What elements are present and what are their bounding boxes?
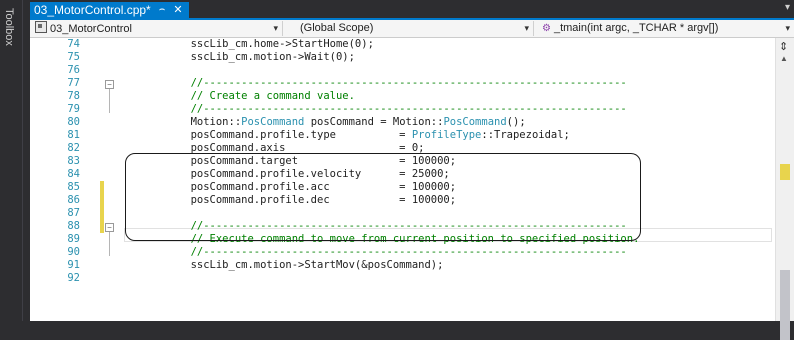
project-name: 03_MotorControl [50, 23, 132, 35]
highlight-annotation [125, 153, 641, 241]
line-number: 82 [67, 142, 80, 154]
project-dropdown[interactable]: 03_MotorControl ▾ [32, 21, 283, 36]
pin-icon[interactable]: ⌢ [159, 2, 166, 18]
code-line: Motion::PosCommand posCommand = Motion::… [140, 116, 526, 128]
line-number: 88 [67, 220, 80, 232]
code-comment-line: //--------------------------------------… [140, 77, 627, 89]
code-comment-line: // Create a command value. [140, 90, 355, 102]
line-number: 78 [67, 90, 80, 102]
line-number: 83 [67, 155, 80, 167]
line-number: 89 [67, 233, 80, 245]
document-tab-strip: 03_MotorControl.cpp* ⌢ ✕ ▾ [30, 0, 794, 20]
code-line: posCommand.profile.type = ProfileType::T… [140, 129, 570, 141]
line-number: 84 [67, 168, 80, 180]
line-number: 76 [67, 64, 80, 76]
line-number: 86 [67, 194, 80, 206]
line-number: 87 [67, 207, 80, 219]
function-icon: ⚙ [542, 23, 551, 34]
change-marker [100, 207, 104, 220]
change-marker [780, 164, 790, 180]
line-number: 92 [67, 272, 80, 284]
line-number-gutter: 74 75 76 77 78 79 80 81 82 83 84 85 86 8… [30, 38, 124, 321]
tab-title: 03_MotorControl.cpp* [34, 3, 151, 17]
change-marker [100, 194, 104, 207]
line-number: 77 [67, 77, 80, 89]
chevron-down-icon: ▾ [524, 23, 529, 33]
collapse-icon[interactable]: − [105, 80, 114, 89]
scroll-up-icon[interactable]: ▲ [780, 54, 788, 63]
collapse-icon[interactable]: − [105, 223, 114, 232]
line-number: 80 [67, 116, 80, 128]
code-line: sscLib_cm.home->StartHome(0); [140, 38, 374, 50]
vertical-scrollbar[interactable]: ⇕ ▲ [775, 38, 794, 340]
split-icon[interactable]: ⇕ [779, 40, 788, 53]
scope-name: (Global Scope) [300, 22, 374, 34]
line-number: 81 [67, 129, 80, 141]
line-number: 79 [67, 103, 80, 115]
line-number: 90 [67, 246, 80, 258]
scope-dropdown[interactable]: (Global Scope) ▾ [284, 21, 534, 36]
change-marker [100, 181, 104, 194]
function-name: _tmain(int argc, _TCHAR * argv[]) [553, 22, 719, 34]
change-marker [100, 220, 104, 233]
navigation-bar: 03_MotorControl ▾ (Global Scope) ▾ ⚙ _tma… [30, 20, 794, 38]
function-dropdown[interactable]: ⚙ _tmain(int argc, _TCHAR * argv[]) ▾ [536, 21, 794, 36]
code-line: sscLib_cm.motion->StartMov(&posCommand); [140, 259, 444, 271]
chevron-down-icon: ▾ [785, 23, 790, 33]
line-number: 91 [67, 259, 80, 271]
fold-guide [109, 232, 110, 256]
line-number: 75 [67, 51, 80, 63]
code-comment-line: //--------------------------------------… [140, 246, 627, 258]
close-icon[interactable]: ✕ [173, 2, 182, 18]
scrollbar-thumb[interactable] [780, 270, 790, 340]
line-number: 85 [67, 181, 80, 193]
tab-dropdown-icon[interactable]: ▾ [785, 2, 790, 13]
line-number: 74 [67, 38, 80, 50]
code-comment-line: //--------------------------------------… [140, 103, 627, 115]
code-line: sscLib_cm.motion->Wait(0); [140, 51, 355, 63]
toolbox-label[interactable]: Toolbox [3, 8, 15, 46]
project-icon [35, 21, 47, 33]
document-tab[interactable]: 03_MotorControl.cpp* ⌢ ✕ [30, 2, 189, 18]
fold-guide [109, 89, 110, 113]
chevron-down-icon: ▾ [273, 23, 278, 33]
toolbox-panel[interactable]: Toolbox [0, 0, 23, 321]
